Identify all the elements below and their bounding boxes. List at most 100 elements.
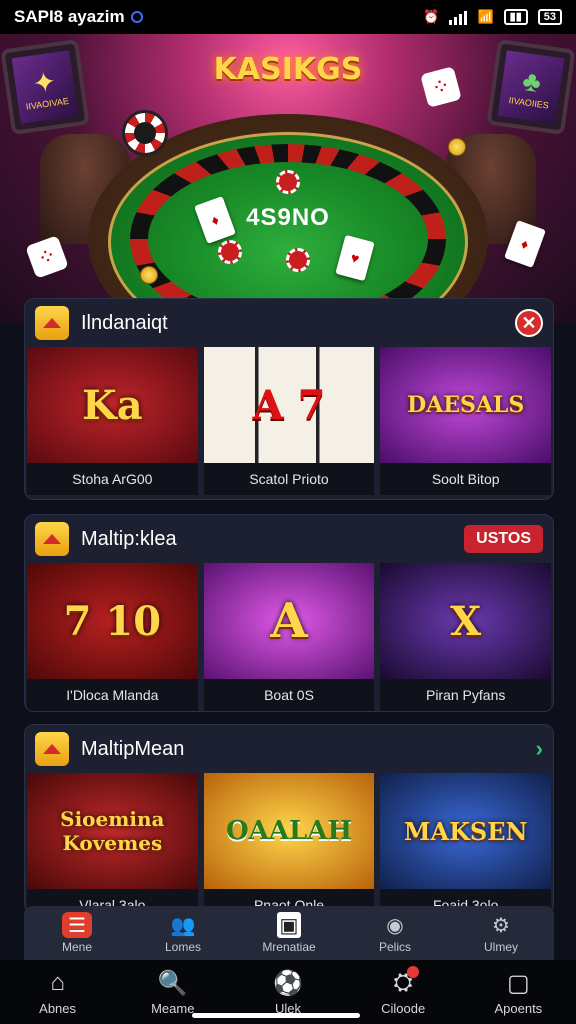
game-art-text: Sioemina Kovemes <box>60 807 165 855</box>
game-art-text: 7 10 <box>63 597 162 645</box>
signal-icon <box>449 9 468 25</box>
eye-icon: ◉ <box>386 914 404 937</box>
game-tile[interactable]: OAALAH Pnaot Onle <box>203 773 375 913</box>
game-art-text: Ka <box>81 381 143 429</box>
home-icon: ⌂ <box>50 969 65 996</box>
game-art-text: OAALAH <box>226 816 353 846</box>
hero-banner[interactable]: ✦ IIVAOIVAE ♣ IIVAOIIES KASIKGS 4S9NO ♦ ♥ … <box>0 34 576 324</box>
game-art-text: MAKSEN <box>403 816 528 846</box>
chip-icon <box>286 248 310 272</box>
chip-icon <box>218 240 242 264</box>
search-icon: 🔍 <box>157 969 188 997</box>
section-3: MaltipMean › Sioemina Kovemes Vlaral 3al… <box>24 724 554 914</box>
game-art-text: DAESALS <box>407 392 525 418</box>
game-art: Sioemina Kovemes <box>27 773 198 889</box>
game-art: OAALAH <box>203 773 375 889</box>
subnav-item-eye[interactable]: ◉ Pelics <box>350 912 440 955</box>
game-art: MAKSEN <box>380 773 552 889</box>
subnav-label: Ulmey <box>483 940 518 954</box>
subnav-item-card[interactable]: ▣ Mrenatiae <box>244 912 334 954</box>
coin-icon <box>140 266 158 284</box>
roulette-chip-icon <box>122 110 168 156</box>
section-1-header: Ilndanaiqt ✕ <box>25 299 553 347</box>
carrier-label: SAPI8 ayazim <box>14 7 125 26</box>
monitor-left-text: IIVAOIVAE <box>25 95 70 112</box>
game-tile[interactable]: MAKSEN Foaid 3olo <box>380 773 552 913</box>
subnav-item-gear[interactable]: ⚙ Ulmey <box>456 912 546 955</box>
nav-label: Abnes <box>39 1001 77 1016</box>
game-title: Soolt Bitop <box>380 463 552 495</box>
section-2-tiles: 7 10 I'Dloca Mlanda A Boat 0S X Piran Py… <box>25 563 553 711</box>
game-title: Piran Pyfans <box>380 679 552 711</box>
game-tile[interactable]: A 7 Scatol Prioto <box>203 347 375 495</box>
section-1: Ilndanaiqt ✕ Ka Stoha ArG00 A 7 Scatol P… <box>24 298 554 500</box>
subnav-label: Pelics <box>378 940 411 954</box>
table-label: 4S9NO <box>246 204 330 231</box>
game-tile[interactable]: Ka Stoha ArG00 <box>27 347 198 495</box>
game-tile[interactable]: 7 10 I'Dloca Mlanda <box>27 563 198 711</box>
nav-item-profile[interactable]: ⛭ Ciloode <box>353 966 453 1016</box>
people-icon: 👥 <box>170 914 196 937</box>
section-2: Maltip:klea USTOS 7 10 I'Dloca Mlanda A … <box>24 514 554 712</box>
section-1-title: Ilndanaiqt <box>81 311 168 334</box>
sub-navigation: ☰ Mene 👥 Lomes ▣ Mrenatiae ◉ Pelics ⚙ Ul… <box>24 906 554 960</box>
house-icon <box>35 522 69 556</box>
game-title: Boat 0S <box>203 679 375 711</box>
nav-label: Ciloode <box>381 1001 426 1016</box>
subnav-label: Lomes <box>164 940 202 954</box>
doc-icon: ▢ <box>507 969 530 997</box>
game-art: Ka <box>27 347 198 463</box>
subnav-item-menu[interactable]: ☰ Mene <box>32 912 122 954</box>
close-button[interactable]: ✕ <box>515 309 543 337</box>
game-tile[interactable]: A Boat 0S <box>203 563 375 711</box>
nav-item-search[interactable]: 🔍 Meame <box>123 968 223 1017</box>
nav-item-ball[interactable]: ⚽ Ulek <box>238 968 338 1017</box>
chevron-right-icon[interactable]: › <box>536 736 543 762</box>
game-art: A 7 <box>203 347 375 463</box>
hero-title: KASIKGS <box>213 52 363 87</box>
promo-button[interactable]: USTOS <box>464 525 543 553</box>
game-art-text: A 7 <box>252 381 326 429</box>
menu-icon: ☰ <box>62 912 92 938</box>
house-icon <box>35 306 69 340</box>
bottom-navigation: ⌂ Abnes 🔍 Meame ⚽ Ulek ⛭ Ciloode ▢ Apoen… <box>0 960 576 1024</box>
subnav-label: Mene <box>61 940 93 954</box>
game-art: DAESALS <box>380 347 552 463</box>
home-indicator[interactable] <box>192 1013 360 1018</box>
section-2-header: Maltip:klea USTOS <box>25 515 553 563</box>
nav-label: Apoents <box>494 1001 543 1016</box>
section-1-tiles: Ka Stoha ArG00 A 7 Scatol Prioto DAESALS… <box>25 347 553 495</box>
section-3-title: MaltipMean <box>81 737 185 760</box>
game-art: X <box>380 563 552 679</box>
house-icon <box>35 732 69 766</box>
game-tile[interactable]: DAESALS Soolt Bitop <box>380 347 552 495</box>
battery-icon: ▮▮ <box>503 9 528 25</box>
status-bar: SAPI8 ayazim ⏰ 📶 ▮▮ 53 <box>0 0 576 34</box>
ball-icon: ⚽ <box>273 969 303 997</box>
game-art: A <box>203 563 375 679</box>
monitor-right-text: IIVAOIIES <box>508 95 550 111</box>
game-art-text: A <box>270 593 308 649</box>
subnav-label: Mrenatiae <box>262 940 316 954</box>
alarm-icon: ⏰ <box>423 9 440 24</box>
notification-dot <box>406 966 419 978</box>
game-tile[interactable]: Sioemina Kovemes Vlaral 3alo <box>27 773 198 913</box>
wifi-icon: 📶 <box>477 9 494 24</box>
gear-icon: ⚙ <box>492 914 510 937</box>
game-title: Stoha ArG00 <box>27 463 198 495</box>
chip-icon <box>276 170 300 194</box>
battery-level: 53 <box>537 9 562 25</box>
game-title: I'Dloca Mlanda <box>27 679 198 711</box>
nav-item-docs[interactable]: ▢ Apoents <box>468 968 568 1017</box>
game-art-text: X <box>450 597 482 645</box>
game-tile[interactable]: X Piran Pyfans <box>380 563 552 711</box>
coin-icon <box>448 138 466 156</box>
location-icon <box>130 11 143 23</box>
card-icon: ▣ <box>277 912 301 938</box>
nav-item-home[interactable]: ⌂ Abnes <box>8 968 108 1016</box>
status-left: SAPI8 ayazim <box>14 7 143 27</box>
game-title: Scatol Prioto <box>203 463 375 495</box>
game-art: 7 10 <box>27 563 198 679</box>
status-right: ⏰ 📶 ▮▮ 53 <box>423 9 562 25</box>
subnav-item-people[interactable]: 👥 Lomes <box>138 912 228 955</box>
